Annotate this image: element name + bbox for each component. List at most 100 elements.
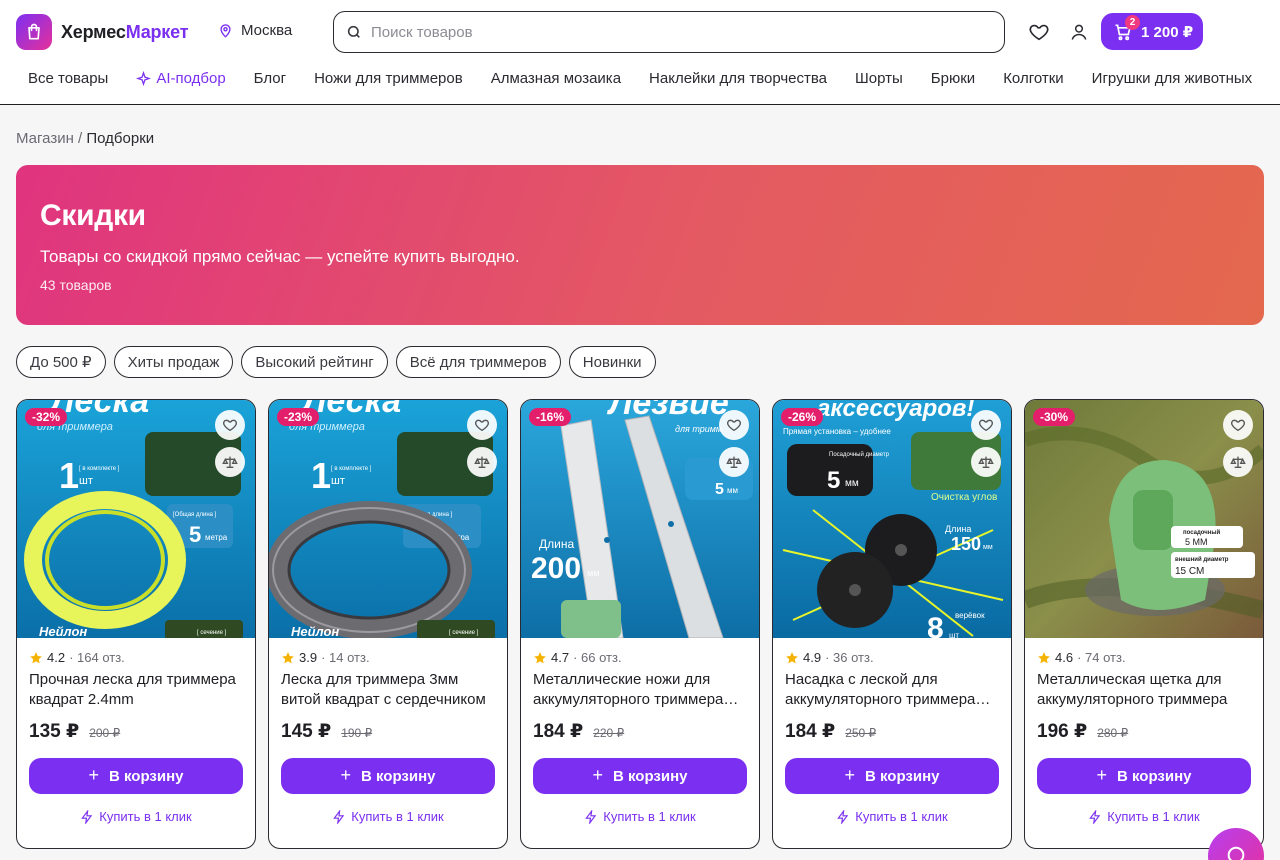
product-rating: 4.9 · 36 отз. (785, 650, 874, 665)
product-card[interactable]: Лезвие для тримм 5 мм Длина 200 мм -16% … (520, 399, 760, 849)
plus-icon: + (88, 764, 99, 785)
product-image[interactable]: Леска для триммера 1 [ в комплекте ] шт … (17, 400, 255, 638)
compare-button[interactable] (1223, 447, 1253, 477)
nav-item-stickers[interactable]: Наклейки для творчества (649, 70, 827, 87)
buy-one-click-link[interactable]: Купить в 1 клик (521, 809, 759, 824)
category-nav: Все товары AI-подбор Блог Ножи для тримм… (28, 70, 1280, 87)
rating-value: 4.6 (1055, 650, 1074, 665)
image-qty-num: 1 (59, 455, 79, 496)
buy-one-click-link[interactable]: Купить в 1 клик (269, 809, 507, 824)
compare-button[interactable] (719, 447, 749, 477)
product-price: 196 ₽ 280 ₽ (1037, 720, 1128, 743)
image-qty-caption: [ в комплекте ] (79, 466, 120, 472)
nav-item-all[interactable]: Все товары (28, 70, 108, 87)
nav-item-tights[interactable]: Колготки (1003, 70, 1063, 87)
chip-trimmer[interactable]: Всё для триммеров (395, 346, 561, 378)
product-card[interactable]: Леска для триммера 1 [ в комплекте ] шт … (16, 399, 256, 849)
compare-button[interactable] (467, 447, 497, 477)
product-price: 184 ₽ 220 ₽ (533, 720, 624, 743)
plus-icon: + (592, 764, 603, 785)
image-qty-unit: шт (331, 475, 345, 487)
favorite-button[interactable] (971, 410, 1001, 440)
scales-icon (726, 456, 742, 468)
heart-icon (979, 419, 993, 432)
star-icon (30, 651, 42, 663)
add-to-cart-button[interactable]: + В корзину (533, 758, 747, 794)
chip-bestsellers[interactable]: Хиты продаж (113, 346, 234, 378)
product-title[interactable]: Леска для триммера 3мм витой квадрат с с… (281, 670, 497, 710)
favorites-button[interactable] (1027, 20, 1051, 44)
add-to-cart-button[interactable]: + В корзину (785, 758, 999, 794)
image-material: Нейлон (39, 624, 87, 638)
buy-one-click-link[interactable]: Купить в 1 клик (1025, 809, 1263, 824)
product-card[interactable]: Леска для триммера 1 [ в комплекте ] шт … (268, 399, 508, 849)
product-image[interactable]: Леска для триммера 1 [ в комплекте ] шт … (269, 400, 507, 638)
product-card[interactable]: посадочный 5 ММ внешний диаметр 15 СМ -3… (1024, 399, 1264, 849)
favorite-button[interactable] (215, 410, 245, 440)
image-value1: 5 ММ (1185, 537, 1208, 547)
product-title[interactable]: Металлическая щетка для аккумуляторного … (1037, 670, 1253, 710)
discount-badge: -30% (1033, 408, 1076, 426)
buy-one-click-link[interactable]: Купить в 1 клик (773, 809, 1011, 824)
buy-one-click-link[interactable]: Купить в 1 клик (17, 809, 255, 824)
image-len-unit: метра (205, 533, 228, 542)
logo[interactable]: ХермесМаркет (16, 14, 189, 50)
image-headline: Лезвие (606, 400, 729, 422)
product-title[interactable]: Прочная леска для триммера квадрат 2.4mm (29, 670, 245, 710)
current-price: 196 ₽ (1037, 721, 1088, 742)
favorite-button[interactable] (467, 410, 497, 440)
nav-item-trousers[interactable]: Брюки (931, 70, 975, 87)
compare-button[interactable] (215, 447, 245, 477)
product-title[interactable]: Металлические ножи для аккумуляторного т… (533, 670, 749, 710)
product-rating: 4.2 · 164 отз. (29, 650, 125, 665)
favorite-button[interactable] (1223, 410, 1253, 440)
account-button[interactable] (1067, 20, 1091, 44)
product-card[interactable]: аксессуаров! Прямая установка – удобнее … (772, 399, 1012, 849)
favorite-button[interactable] (719, 410, 749, 440)
add-to-cart-button[interactable]: + В корзину (29, 758, 243, 794)
old-price: 220 ₽ (593, 726, 625, 740)
nav-item-pet-toys[interactable]: Игрушки для животных (1092, 70, 1253, 87)
image-len-num: 5 (189, 522, 201, 547)
add-to-cart-button[interactable]: + В корзину (1037, 758, 1251, 794)
add-to-cart-button[interactable]: + В корзину (281, 758, 495, 794)
city-selector[interactable]: Москва (218, 22, 292, 39)
rating-value: 3.9 (299, 650, 318, 665)
product-image[interactable]: аксессуаров! Прямая установка – удобнее … (773, 400, 1011, 638)
breadcrumb: Магазин / Подборки (16, 130, 154, 147)
product-image[interactable]: посадочный 5 ММ внешний диаметр 15 СМ -3… (1025, 400, 1263, 638)
star-icon (282, 651, 294, 663)
image-sub: для тримм (675, 424, 722, 434)
search-bar[interactable] (333, 11, 1005, 53)
rating-value: 4.2 (47, 650, 66, 665)
banner-subtitle: Товары со скидкой прямо сейчас — успейте… (40, 247, 520, 266)
search-input[interactable] (371, 23, 971, 41)
chip-high-rating[interactable]: Высокий рейтинг (241, 346, 388, 378)
nav-item-diamond-mosaic[interactable]: Алмазная мозаика (491, 70, 621, 87)
nav-item-blog[interactable]: Блог (254, 70, 286, 87)
product-image[interactable]: Лезвие для тримм 5 мм Длина 200 мм -16% (521, 400, 759, 638)
product-rating: 4.6 · 74 отз. (1037, 650, 1126, 665)
image-len-caption: [Общая длина ] (173, 512, 217, 518)
chip-new[interactable]: Новинки (568, 346, 656, 378)
image-value2: 15 СМ (1175, 566, 1204, 577)
nav-item-shorts[interactable]: Шорты (855, 70, 903, 87)
product-rating: 4.7 · 66 отз. (533, 650, 622, 665)
cart-count-badge: 2 (1125, 15, 1140, 30)
chat-icon (1227, 846, 1245, 860)
chip-under-500[interactable]: До 500 ₽ (16, 346, 106, 378)
cart-button[interactable]: 2 1 200 ₽ (1101, 13, 1203, 50)
breadcrumb-current: Подборки (86, 130, 155, 147)
compare-button[interactable] (971, 447, 1001, 477)
product-count: 43 товаров (40, 277, 112, 293)
old-price: 190 ₽ (341, 726, 373, 740)
search-icon (347, 25, 360, 38)
image-len-unit: мм (983, 544, 993, 551)
image-qty-unit: шт (79, 475, 93, 487)
nav-item-ai[interactable]: AI-подбор (136, 70, 226, 87)
image-len-num: 150 (951, 534, 981, 554)
nav-item-trimmer-knives[interactable]: Ножи для триммеров (314, 70, 463, 87)
site-header: ХермесМаркет Москва 2 1 200 ₽ Все товары… (0, 0, 1280, 105)
breadcrumb-root[interactable]: Магазин (16, 130, 74, 147)
product-title[interactable]: Насадка с леской для аккумуляторного три… (785, 670, 1001, 710)
